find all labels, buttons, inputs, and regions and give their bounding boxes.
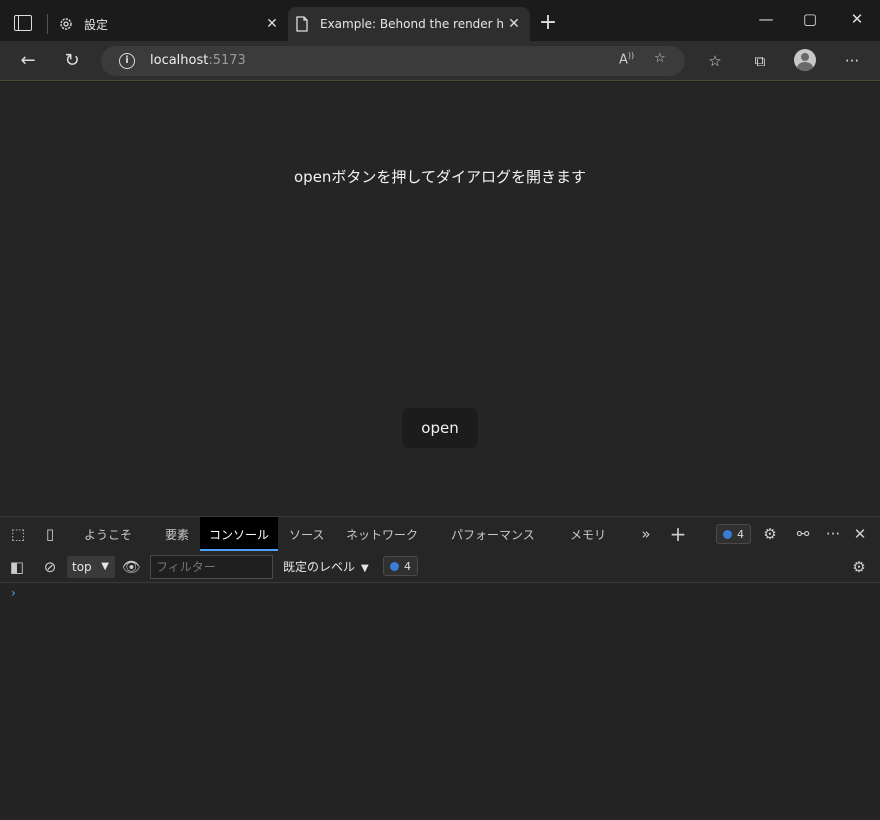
favorites-icon[interactable]: ☆ xyxy=(705,51,725,71)
tab-sources[interactable]: ソース xyxy=(289,517,324,551)
add-tool-icon[interactable]: + xyxy=(669,524,687,544)
more-menu-icon[interactable]: ··· xyxy=(842,51,862,71)
inspect-icon[interactable]: ⬚ xyxy=(9,525,27,543)
caret-down-icon: ▼ xyxy=(361,563,369,574)
settings-icon[interactable]: ⚙ xyxy=(761,525,779,543)
customize-icon[interactable]: ⚯ xyxy=(794,525,812,543)
devtools-tab-bar: ⬚ ▯ ようこそ 要素 コンソール ソース ネットワーク パフォーマンス メモリ… xyxy=(0,517,880,551)
console-toolbar: ◧ ⊘ top ▼ 👁 既定のレベル▼ 4 ⚙ xyxy=(0,551,880,583)
close-tab-icon[interactable]: ✕ xyxy=(504,16,524,32)
tab-label: 設定 xyxy=(84,17,109,32)
issues-dot-icon xyxy=(390,561,399,571)
tab-welcome[interactable]: ようこそ xyxy=(84,517,132,551)
page-viewport: openボタンを押してダイアログを開きます open xyxy=(0,82,880,516)
more-options-icon[interactable]: ··· xyxy=(824,525,842,543)
tab-settings[interactable]: 設定 ✕ xyxy=(52,7,288,41)
caret-down-icon: ▼ xyxy=(101,561,109,572)
context-select[interactable]: top ▼ xyxy=(67,556,115,578)
gear-icon xyxy=(58,16,74,32)
sidebar-toggle-icon[interactable]: ◧ xyxy=(8,558,26,576)
page-icon xyxy=(294,16,310,32)
profile-avatar[interactable] xyxy=(794,49,816,71)
console-output[interactable]: › xyxy=(0,584,880,820)
tab-separator xyxy=(47,14,48,34)
more-tabs-icon[interactable]: » xyxy=(637,525,655,543)
info-icon[interactable]: i xyxy=(119,53,135,69)
back-icon[interactable]: ← xyxy=(17,50,39,72)
close-devtools-icon[interactable]: ✕ xyxy=(851,525,869,543)
console-settings-icon[interactable]: ⚙ xyxy=(850,558,868,576)
console-prompt: › xyxy=(11,586,16,600)
instruction-text: openボタンを押してダイアログを開きます xyxy=(294,168,586,186)
browser-toolbar: ← ↻ i localhost:5173 A)) ☆ ☆ ⧉ ··· xyxy=(0,41,880,81)
address-bar[interactable]: i localhost:5173 A)) ☆ xyxy=(101,46,685,76)
url-text: localhost:5173 xyxy=(150,53,246,68)
eye-icon[interactable]: 👁 xyxy=(122,558,141,576)
tab-network[interactable]: ネットワーク xyxy=(346,517,418,551)
close-tab-icon[interactable]: ✕ xyxy=(262,16,282,32)
tab-console[interactable]: コンソール xyxy=(200,517,279,551)
open-button[interactable]: open xyxy=(402,408,478,448)
tab-memory[interactable]: メモリ xyxy=(570,517,606,551)
minimize-icon[interactable]: — xyxy=(756,10,776,28)
clear-console-icon[interactable]: ⊘ xyxy=(41,558,59,576)
devtools-panel: ⬚ ▯ ようこそ 要素 コンソール ソース ネットワーク パフォーマンス メモリ… xyxy=(0,516,880,820)
issues-badge[interactable]: 4 xyxy=(716,524,751,544)
filter-input[interactable] xyxy=(150,555,273,579)
read-aloud-icon[interactable]: A)) xyxy=(619,51,634,67)
console-issues-badge[interactable]: 4 xyxy=(383,556,418,576)
new-tab-icon[interactable]: + xyxy=(536,12,560,34)
issues-dot-icon xyxy=(723,529,732,539)
device-toolbar-icon[interactable]: ▯ xyxy=(41,525,59,543)
tab-elements[interactable]: 要素 xyxy=(165,517,189,551)
tab-performance[interactable]: パフォーマンス xyxy=(451,517,535,551)
close-window-icon[interactable]: ✕ xyxy=(847,10,867,28)
collections-icon[interactable]: ⧉ xyxy=(750,51,770,71)
add-favorite-icon[interactable]: ☆ xyxy=(654,51,666,66)
levels-select[interactable]: 既定のレベル ▼ xyxy=(283,556,369,580)
title-bar: 設定 ✕ Example: Behond the render hoo ✕ + … xyxy=(0,0,880,41)
tab-label: Example: Behond the render hoo xyxy=(320,17,504,31)
refresh-icon[interactable]: ↻ xyxy=(61,50,83,72)
tab-actions-icon[interactable] xyxy=(14,15,32,31)
tab-example[interactable]: Example: Behond the render hoo ✕ xyxy=(288,7,530,41)
maximize-icon[interactable]: ▢ xyxy=(800,10,820,28)
